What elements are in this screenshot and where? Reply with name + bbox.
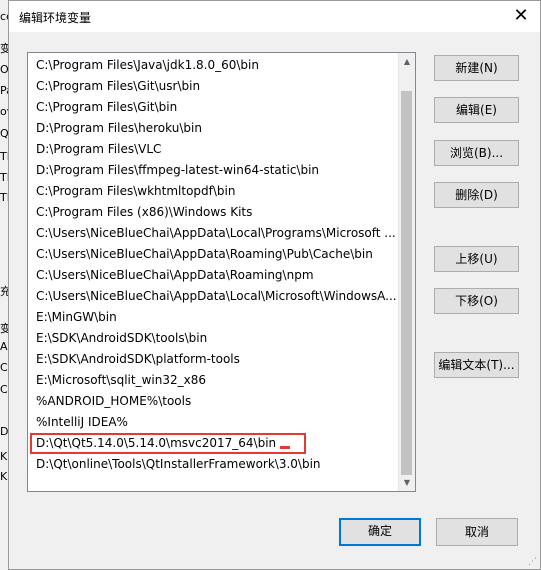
background-window-text-fragment: O [0,63,8,76]
list-item[interactable]: E:\SDK\AndroidSDK\platform-tools [28,349,400,370]
background-window-text-fragment: TN [0,191,8,204]
title-bar: 编辑环境变量 ✕ [9,1,540,32]
edit-caret-marker [280,446,290,449]
list-item[interactable]: D:\Program Files\VLC [28,139,400,160]
background-window-text-fragment: Al [0,340,8,353]
browse-button[interactable]: 浏览(B)... [434,140,519,166]
background-window-text-fragment: 变 [0,320,8,336]
list-item[interactable]: %ANDROID_HOME%\tools [28,391,400,412]
edit-environment-variable-dialog: 编辑环境变量 ✕ C:\Program Files\Java\jdk1.8.0_… [8,0,541,570]
path-list-rows: C:\Program Files\Java\jdk1.8.0_60\bin C:\… [28,55,400,475]
background-window-text-fragment: Dr [0,425,8,438]
background-window-text-fragment: KI [0,470,8,483]
move-down-button[interactable]: 下移(O) [434,288,519,314]
background-window-text-fragment: 充 [0,283,8,299]
list-item[interactable]: C:\Users\NiceBlueChai\AppData\Local\Prog… [28,223,400,244]
new-button[interactable]: 新建(N) [434,55,519,81]
background-window-text-fragment: Qs [0,127,8,140]
list-item[interactable]: D:\Program Files\heroku\bin [28,118,400,139]
path-list[interactable]: C:\Program Files\Java\jdk1.8.0_60\bin C:\… [27,52,416,492]
background-window-text-fragment: Pa [0,84,8,97]
dialog-title: 编辑环境变量 [19,11,92,25]
list-item[interactable]: C:\Program Files (x86)\Windows Kits [28,202,400,223]
list-item[interactable]: D:\Program Files\ffmpeg-latest-win64-sta… [28,160,400,181]
list-item-highlighted[interactable]: D:\Qt\Qt5.14.0\5.14.0\msvc2017_64\bin [30,433,306,454]
background-window-text-fragment: ce [0,10,8,23]
list-item[interactable]: E:\MinGW\bin [28,307,400,328]
list-item[interactable]: C:\Users\NiceBlueChai\AppData\Roaming\np… [28,265,400,286]
list-item[interactable]: C:\Program Files\wkhtmltopdf\bin [28,181,400,202]
list-item[interactable]: C:\Program Files\Git\bin [28,97,400,118]
list-item[interactable]: C:\Users\NiceBlueChai\AppData\Roaming\Pu… [28,244,400,265]
background-window-text-fragment: 变 [0,40,8,56]
background-window-text-fragment: TE [0,171,8,184]
scroll-down-icon[interactable]: ▼ [399,474,415,491]
background-window-text-fragment: KI [0,450,8,463]
vertical-scrollbar[interactable]: ▲ ▼ [398,53,415,491]
edit-text-button[interactable]: 编辑文本(T)... [434,352,519,378]
delete-button[interactable]: 删除(D) [434,182,519,208]
list-item[interactable]: %IntelliJ IDEA% [28,412,400,433]
background-window-text-fragment: TE [0,150,8,163]
scroll-thumb[interactable] [401,91,412,475]
move-up-button[interactable]: 上移(U) [434,246,519,272]
scroll-up-icon[interactable]: ▲ [399,53,415,70]
close-icon[interactable]: ✕ [510,5,532,27]
list-item[interactable]: E:\SDK\AndroidSDK\tools\bin [28,328,400,349]
list-item[interactable]: C:\Program Files\Java\jdk1.8.0_60\bin [28,55,400,76]
background-window-text-fragment: ov [0,105,8,118]
list-item[interactable]: D:\Qt\online\Tools\QtInstallerFramework\… [28,454,400,475]
list-item[interactable]: C:\Program Files\Git\usr\bin [28,76,400,97]
list-item[interactable]: E:\Microsoft\sqlit_win32_x86 [28,370,400,391]
background-window-text-fragment: Co [0,383,8,396]
resize-grip-icon[interactable]: ⋰ [528,557,538,567]
edit-button[interactable]: 编辑(E) [434,97,519,123]
list-item[interactable]: C:\Users\NiceBlueChai\AppData\Local\Micr… [28,286,400,307]
background-window-text-fragment: Cl [0,361,8,374]
cancel-button[interactable]: 取消 [436,518,518,546]
ok-button[interactable]: 确定 [339,518,421,546]
